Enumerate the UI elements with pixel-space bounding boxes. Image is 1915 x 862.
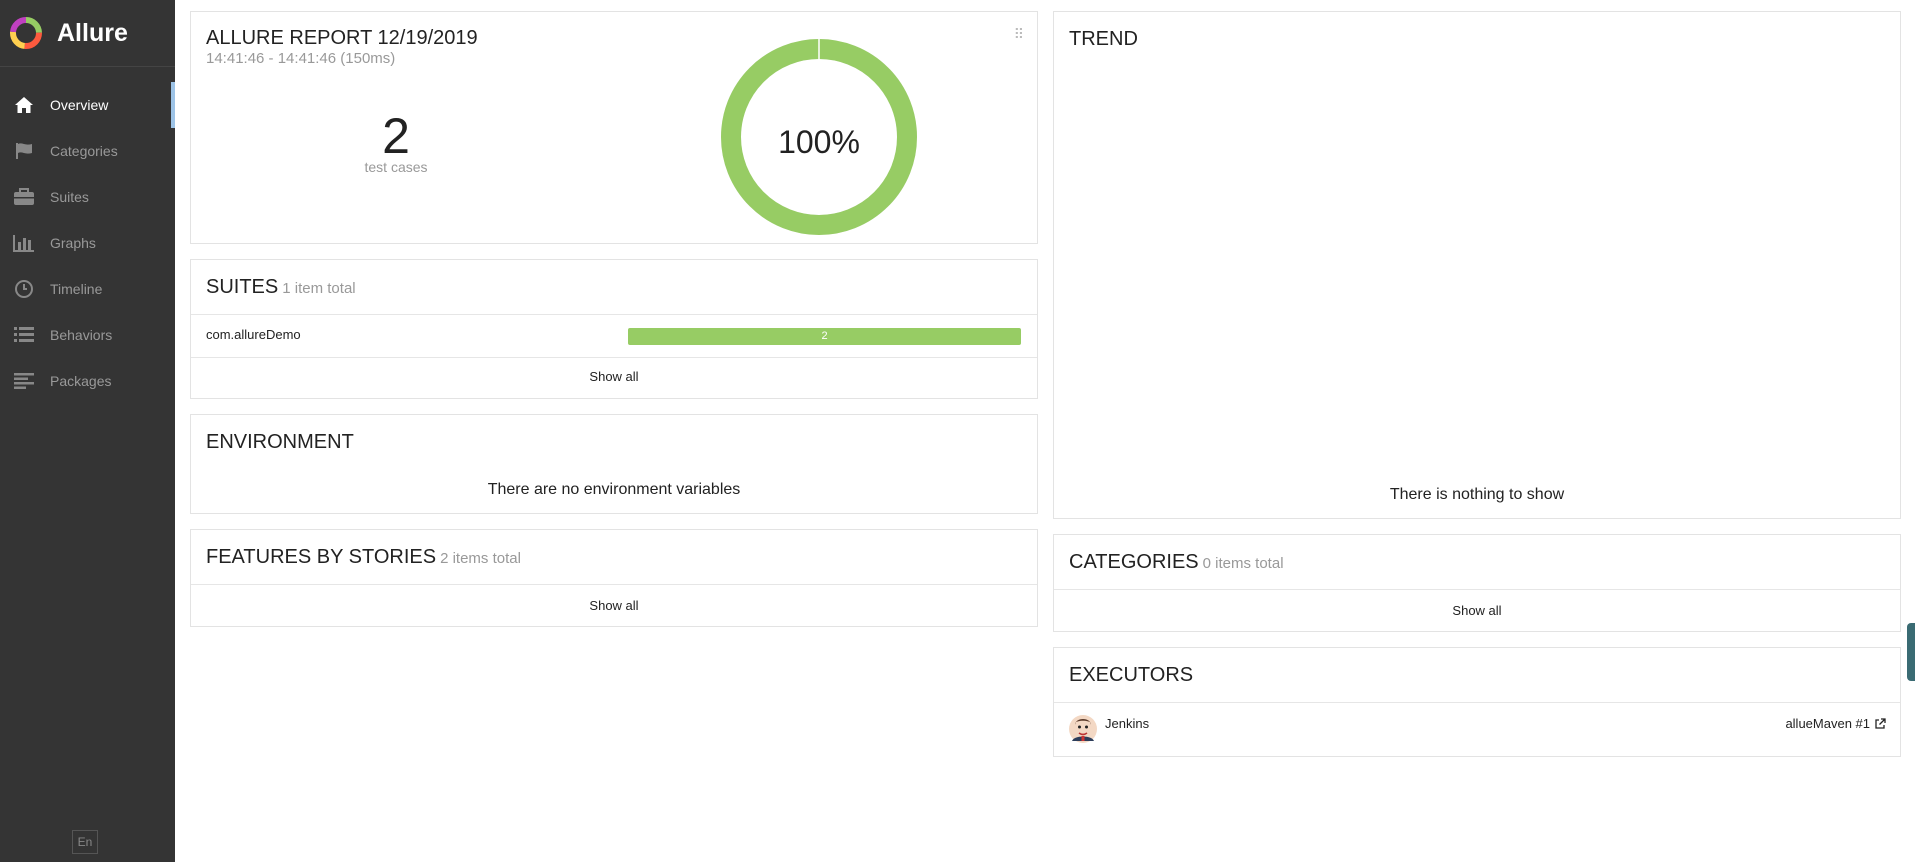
suite-name[interactable]: com.allureDemo (206, 327, 301, 342)
sidebar-item-label: Graphs (50, 235, 96, 251)
sidebar-item-overview[interactable]: Overview (0, 82, 175, 128)
sidebar-item-label: Timeline (50, 281, 103, 297)
clock-icon (12, 279, 36, 299)
suites-title: SUITES (206, 276, 279, 298)
bar-chart-icon (12, 233, 36, 253)
sidebar-item-label: Suites (50, 189, 89, 205)
executor-name: Jenkins (1105, 716, 1150, 731)
sidebar-item-label: Overview (50, 97, 109, 113)
test-cases-label: test cases (364, 159, 428, 175)
sidebar-item-packages[interactable]: Packages (0, 358, 175, 404)
categories-show-all-link[interactable]: Show all (1054, 603, 1900, 618)
environment-title: ENVIRONMENT (206, 431, 354, 453)
report-time: 14:41:46 - 14:41:46 (150ms) (206, 50, 396, 67)
features-title: FEATURES BY STORIES (206, 546, 437, 568)
suites-title-row: SUITES 1 item total (206, 276, 356, 299)
allure-logo-icon (10, 17, 42, 49)
align-left-icon (12, 371, 36, 391)
language-switch[interactable]: En (72, 830, 98, 854)
list-icon (12, 325, 36, 345)
external-link-icon (1875, 717, 1886, 729)
environment-widget: ENVIRONMENT There are no environment var… (190, 414, 1038, 514)
sidebar: Allure Overview Categories Suites Graphs (0, 0, 175, 862)
suites-show-all-link[interactable]: Show all (191, 369, 1037, 384)
sidebar-item-behaviors[interactable]: Behaviors (0, 312, 175, 358)
sidebar-nav: Overview Categories Suites Graphs Timeli… (0, 82, 175, 404)
sidebar-item-categories[interactable]: Categories (0, 128, 175, 174)
suites-widget: SUITES 1 item total com.allureDemo 2 Show… (190, 259, 1038, 399)
suite-passed-bar[interactable]: 2 (628, 328, 1021, 345)
features-show-all-link[interactable]: Show all (191, 598, 1037, 613)
test-cases-count: 2 (382, 108, 410, 164)
report-title: ALLURE REPORT 12/19/2019 (206, 27, 478, 49)
sidebar-item-label: Packages (50, 373, 112, 389)
flag-icon (12, 141, 36, 161)
feedback-side-tab[interactable] (1907, 623, 1915, 681)
brand[interactable]: Allure (0, 0, 175, 67)
executor-build-label: allueMaven #1 (1785, 716, 1870, 731)
app-name: Allure (57, 18, 128, 47)
sidebar-item-label: Categories (50, 143, 118, 159)
briefcase-icon (12, 187, 36, 207)
sidebar-item-timeline[interactable]: Timeline (0, 266, 175, 312)
categories-widget: CATEGORIES 0 items total Show all (1053, 534, 1901, 632)
trend-widget: TREND There is nothing to show (1053, 11, 1901, 519)
drag-handle-icon[interactable]: ⠿ (1014, 26, 1024, 43)
environment-empty-message: There are no environment variables (487, 481, 741, 498)
executors-title: EXECUTORS (1069, 664, 1194, 686)
trend-empty-message: There is nothing to show (1389, 486, 1565, 503)
features-title-row: FEATURES BY STORIES 2 items total (206, 546, 521, 569)
jenkins-avatar-icon (1069, 715, 1097, 743)
trend-title: TREND (1069, 28, 1138, 50)
home-icon (12, 95, 36, 115)
categories-title: CATEGORIES (1069, 551, 1199, 573)
executor-build-link[interactable]: allueMaven #1 (1785, 716, 1886, 731)
suites-count: 1 item total (282, 280, 356, 297)
passed-percent: 100% (778, 124, 860, 160)
features-widget: FEATURES BY STORIES 2 items total Show al… (190, 529, 1038, 627)
executors-widget: EXECUTORS Jenkins allueMaven #1 (1053, 647, 1901, 757)
categories-count: 0 items total (1202, 555, 1284, 572)
sidebar-item-label: Behaviors (50, 327, 113, 343)
sidebar-item-suites[interactable]: Suites (0, 174, 175, 220)
sidebar-item-graphs[interactable]: Graphs (0, 220, 175, 266)
features-count: 2 items total (440, 550, 521, 567)
categories-title-row: CATEGORIES 0 items total (1069, 551, 1284, 574)
summary-widget: ALLURE REPORT 12/19/2019 14:41:46 - 14:4… (190, 11, 1038, 244)
